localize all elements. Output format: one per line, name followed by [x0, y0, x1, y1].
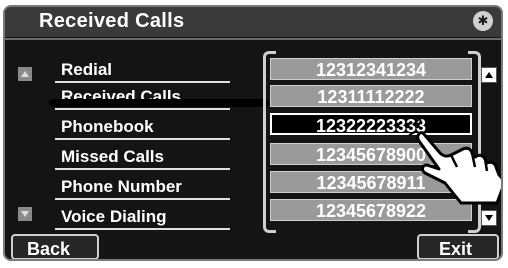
- menu-item-label: Phonebook: [61, 117, 154, 136]
- title-bar: Received Calls ✱: [5, 7, 501, 37]
- menu-down-arrow-icon[interactable]: [18, 207, 32, 221]
- menu-item-phonebook[interactable]: Phonebook: [55, 116, 230, 140]
- list-item[interactable]: 12312341234: [270, 58, 472, 80]
- menu-item-voice-dialing[interactable]: Voice Dialing: [55, 206, 230, 230]
- pointing-hand-icon: [408, 114, 501, 205]
- menu-item-label: Redial: [61, 60, 113, 79]
- bluetooth-icon: ✱: [473, 11, 493, 31]
- screen: Received Calls ✱ Redial Received Calls P…: [0, 0, 508, 268]
- phone-panel: Received Calls ✱ Redial Received Calls P…: [3, 5, 503, 261]
- menu-item-missed-calls[interactable]: Missed Calls: [55, 146, 230, 170]
- page-title: Received Calls: [39, 10, 185, 32]
- menu-up-arrow-icon[interactable]: [18, 67, 32, 81]
- menu-item-redial[interactable]: Redial: [55, 59, 230, 83]
- menu-item-label: Phone Number: [61, 177, 182, 196]
- selection-connector: [49, 99, 269, 107]
- menu-item-phone-number[interactable]: Phone Number: [55, 176, 230, 200]
- title-divider: [5, 38, 501, 40]
- exit-button[interactable]: Exit: [417, 234, 499, 259]
- scroll-down-icon[interactable]: [481, 210, 497, 226]
- scroll-up-icon[interactable]: [481, 67, 497, 83]
- menu-item-label: Missed Calls: [61, 147, 164, 166]
- menu-item-label: Voice Dialing: [61, 207, 167, 226]
- list-item[interactable]: 12311112222: [270, 85, 472, 107]
- back-button[interactable]: Back: [11, 234, 99, 259]
